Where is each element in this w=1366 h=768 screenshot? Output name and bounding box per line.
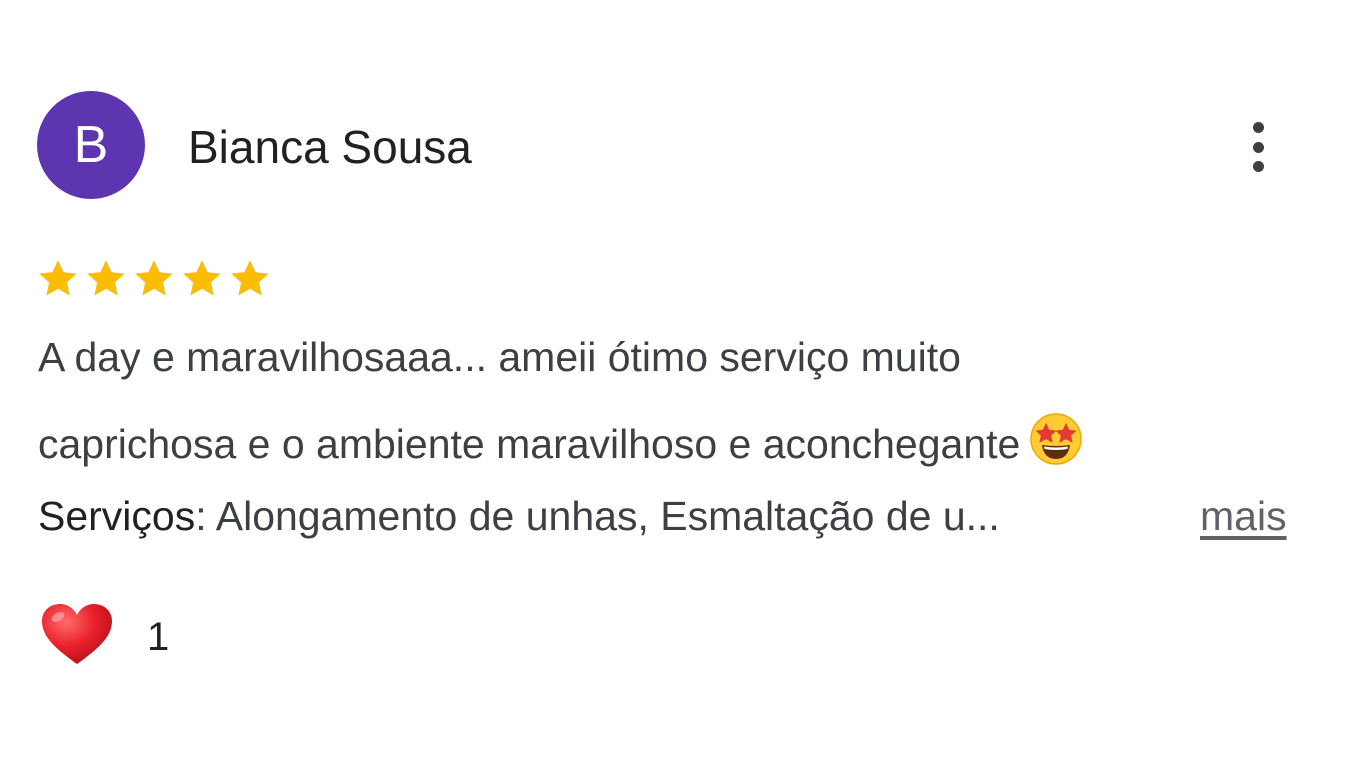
- services-line: Serviços: Alongamento de unhas, Esmaltaç…: [38, 491, 1000, 541]
- services-value: : Alongamento de unhas, Esmaltação de u.…: [195, 493, 1000, 539]
- star-struck-emoji-icon: [1030, 413, 1083, 476]
- star-rating: [35, 256, 273, 302]
- star-icon: [231, 260, 269, 296]
- review-text-line-1: A day e maravilhosaaa... ameii ótimo ser…: [38, 334, 961, 380]
- author-name[interactable]: Bianca Sousa: [188, 120, 472, 174]
- star-icon: [39, 260, 77, 296]
- more-vert-icon[interactable]: [1236, 118, 1280, 176]
- menu-dot: [1252, 141, 1264, 153]
- avatar[interactable]: B: [37, 91, 145, 199]
- more-link[interactable]: mais: [1200, 491, 1287, 541]
- reaction-button[interactable]: 1: [40, 602, 169, 671]
- reaction-count: 1: [147, 614, 170, 659]
- red-heart-icon: [40, 602, 114, 671]
- menu-dot: [1252, 122, 1264, 133]
- star-icon: [87, 260, 125, 296]
- star-icon: [183, 260, 221, 296]
- star-icon: [135, 260, 173, 296]
- menu-dot: [1252, 161, 1264, 172]
- review-text-line-2: caprichosa e o ambiente maravilhoso e ac…: [38, 413, 1083, 476]
- review-text-line-2-text: caprichosa e o ambiente maravilhoso e ac…: [38, 421, 1021, 467]
- review-card: B Bianca Sousa A day e maravilhosaaa... …: [0, 0, 1366, 768]
- services-label: Serviços: [38, 493, 196, 539]
